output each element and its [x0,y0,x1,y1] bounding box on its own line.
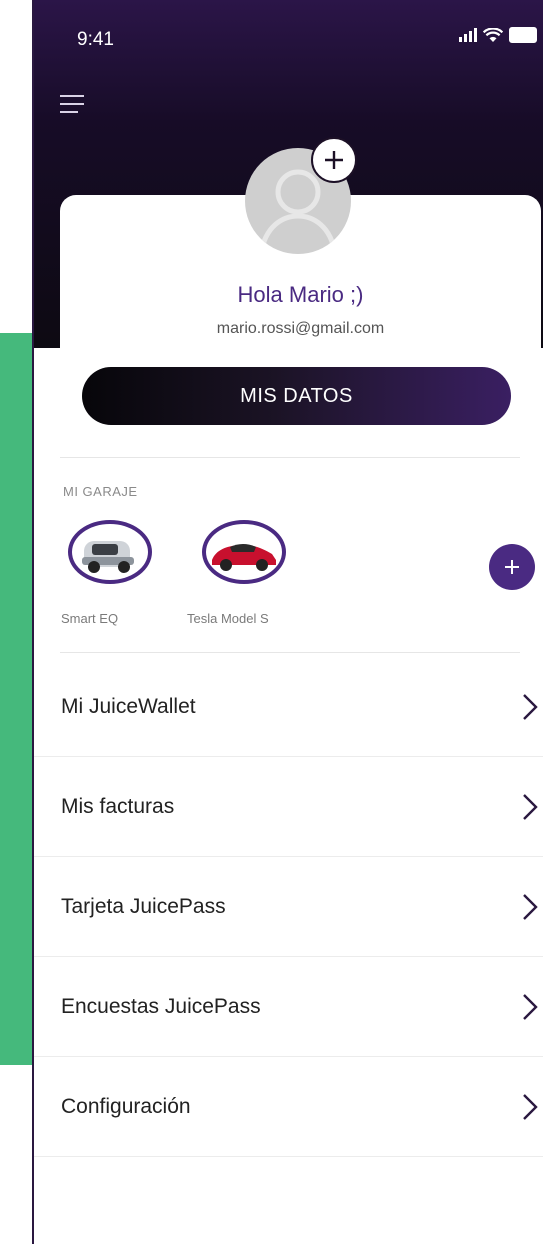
phone-screen: 9:41 Hola Mario ;) mario.rossi@gmail.com… [32,0,543,1244]
divider [60,652,520,653]
plus-icon [505,560,519,574]
plus-icon [325,151,343,169]
user-email: mario.rossi@gmail.com [216,320,385,337]
hamburger-menu-icon[interactable] [60,95,84,113]
chevron-right-icon [523,994,538,1020]
car-smart-eq[interactable] [68,520,152,584]
add-photo-button[interactable] [311,137,357,183]
menu-item-label: Configuración [61,1095,191,1118]
status-bar: 9:41 [32,0,543,80]
garage-section-title: MI GARAJE [63,484,138,499]
menu-item-label: Tarjeta JuicePass [61,895,226,918]
menu-item-label: Encuestas JuicePass [61,995,261,1018]
greeting-text: Hola Mario ;) [237,282,364,307]
divider [32,1156,543,1157]
phone-frame-edge [32,0,34,1244]
status-time: 9:41 [77,29,114,50]
chevron-right-icon [523,694,538,720]
add-car-button[interactable] [489,544,535,590]
menu-item-juicewallet[interactable]: Mi JuiceWallet [32,657,543,757]
signal-icon [459,28,477,42]
menu-item-label: Mi JuiceWallet [61,695,196,718]
menu-item-tarjeta-juicepass[interactable]: Tarjeta JuicePass [32,857,543,957]
divider [60,457,520,458]
car-label-smart-eq: Smart EQ [61,611,119,626]
menu-item-encuestas-juicepass[interactable]: Encuestas JuicePass [32,957,543,1057]
car-label-tesla-model-s: Tesla Model S [187,611,269,626]
car-icon [212,544,276,571]
battery-icon [509,27,537,43]
menu-item-configuracion[interactable]: Configuración [32,1057,543,1157]
car-tesla-model-s[interactable] [202,520,286,584]
menu-item-label: Mis facturas [61,795,175,818]
menu-item-facturas[interactable]: Mis facturas [32,757,543,857]
side-decoration-band [0,333,32,1065]
chevron-right-icon [523,794,538,820]
wifi-icon [483,27,503,42]
mis-datos-button[interactable]: MIS DATOS [82,367,511,425]
status-icons [459,27,537,43]
car-icon [82,541,134,573]
chevron-right-icon [523,894,538,920]
chevron-right-icon [523,1094,538,1120]
